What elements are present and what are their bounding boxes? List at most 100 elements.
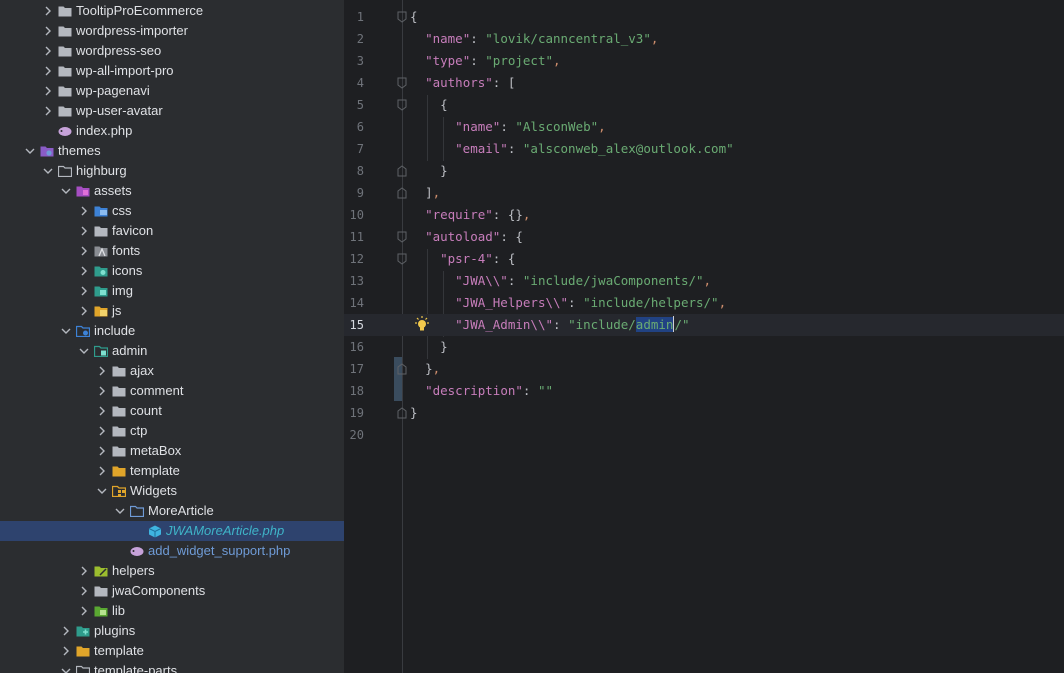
code-line[interactable]: 6 "name": "AlsconWeb", [344, 116, 1064, 138]
code-line[interactable]: 20 [344, 424, 1064, 446]
chevron-right-icon[interactable] [94, 401, 110, 421]
tree-item-jwacomponents[interactable]: jwaComponents [0, 581, 344, 601]
tree-item-js[interactable]: js [0, 301, 344, 321]
code-line[interactable]: 17 }, [344, 358, 1064, 380]
fold-marker-icon[interactable] [395, 94, 409, 116]
tree-item-wp-user-avatar[interactable]: wp-user-avatar [0, 101, 344, 121]
chevron-right-icon[interactable] [40, 61, 56, 81]
fold-end-icon[interactable] [395, 160, 409, 182]
tree-item-widgets[interactable]: Widgets [0, 481, 344, 501]
code-line[interactable]: 12 "psr-4": { [344, 248, 1064, 270]
code-line[interactable]: 9 ], [344, 182, 1064, 204]
tree-item-helpers[interactable]: helpers [0, 561, 344, 581]
code-line[interactable]: 1 { [344, 6, 1064, 28]
chevron-down-icon[interactable] [58, 181, 74, 201]
tree-item-fonts[interactable]: fonts [0, 241, 344, 261]
code-editor[interactable]: 1 { 2 "name": "lovik/canncentral_v3", 3 … [344, 0, 1064, 673]
tree-item-jwamorearticle-php[interactable]: JWAMoreArticle.php [0, 521, 344, 541]
chevron-right-icon[interactable] [58, 641, 74, 661]
tree-item-themes[interactable]: themes [0, 141, 344, 161]
tree-item-highburg[interactable]: highburg [0, 161, 344, 181]
chevron-right-icon[interactable] [58, 621, 74, 641]
chevron-right-icon[interactable] [40, 21, 56, 41]
chevron-right-icon[interactable] [76, 581, 92, 601]
fold-end-icon[interactable] [395, 182, 409, 204]
tree-item-wp-all-import-pro[interactable]: wp-all-import-pro [0, 61, 344, 81]
tree-item-morearticle[interactable]: MoreArticle [0, 501, 344, 521]
chevron-right-icon[interactable] [94, 461, 110, 481]
chevron-down-icon[interactable] [112, 501, 128, 521]
code-text: "JWA_Admin\\": "include/admin/" [455, 316, 690, 332]
code-line[interactable]: 16 } [344, 336, 1064, 358]
code-line[interactable]: 10 "require": {}, [344, 204, 1064, 226]
chevron-right-icon[interactable] [40, 41, 56, 61]
chevron-right-icon[interactable] [76, 301, 92, 321]
chevron-right-icon[interactable] [76, 601, 92, 621]
tree-item-count[interactable]: count [0, 401, 344, 421]
chevron-right-icon[interactable] [76, 261, 92, 281]
tree-item-template-admin[interactable]: template [0, 461, 344, 481]
tree-item-comment[interactable]: comment [0, 381, 344, 401]
tree-item-template[interactable]: template [0, 641, 344, 661]
chevron-right-icon[interactable] [94, 441, 110, 461]
chevron-right-icon[interactable] [94, 421, 110, 441]
code-line[interactable]: 11 "autoload": { [344, 226, 1064, 248]
fold-end-icon[interactable] [395, 358, 409, 380]
chevron-down-icon[interactable] [40, 161, 56, 181]
chevron-right-icon[interactable] [40, 101, 56, 121]
chevron-right-icon[interactable] [76, 281, 92, 301]
code-line[interactable]: 13 "JWA\\": "include/jwaComponents/", [344, 270, 1064, 292]
tree-item-template-parts[interactable]: template-parts [0, 661, 344, 673]
code-line[interactable]: 7 "email": "alsconweb_alex@outlook.com" [344, 138, 1064, 160]
chevron-right-icon[interactable] [76, 561, 92, 581]
chevron-right-icon[interactable] [76, 241, 92, 261]
tree-item-wordpress-importer[interactable]: wordpress-importer [0, 21, 344, 41]
tree-item-label: JWAMoreArticle.php [166, 523, 285, 538]
tree-item-wordpress-seo[interactable]: wordpress-seo [0, 41, 344, 61]
tree-item-favicon[interactable]: favicon [0, 221, 344, 241]
fold-marker-icon[interactable] [395, 226, 409, 248]
fold-marker-icon[interactable] [395, 6, 409, 28]
tree-item-icons[interactable]: icons [0, 261, 344, 281]
code-line[interactable]: 14 "JWA_Helpers\\": "include/helpers/", [344, 292, 1064, 314]
tree-item-tooltipproecommerce[interactable]: TooltipProEcommerce [0, 1, 344, 21]
fold-marker-icon[interactable] [395, 72, 409, 94]
code-line[interactable]: 18 "description": "" [344, 380, 1064, 402]
code-line[interactable]: 4 "authors": [ [344, 72, 1064, 94]
tree-item-plugins[interactable]: plugins [0, 621, 344, 641]
chevron-down-icon[interactable] [22, 141, 38, 161]
chevron-down-icon[interactable] [94, 481, 110, 501]
code-line[interactable]: 5 { [344, 94, 1064, 116]
tree-item-index-php[interactable]: index.php [0, 121, 344, 141]
tree-item-include[interactable]: include [0, 321, 344, 341]
tree-item-admin[interactable]: admin [0, 341, 344, 361]
code-line[interactable]: 2 "name": "lovik/canncentral_v3", [344, 28, 1064, 50]
code-line[interactable]: 19 } [344, 402, 1064, 424]
chevron-down-icon[interactable] [58, 321, 74, 341]
code-line-current[interactable]: 15 "JWA_Admin\\": "include/admin/" [344, 314, 1064, 336]
chevron-right-icon[interactable] [76, 221, 92, 241]
tree-item-ajax[interactable]: ajax [0, 361, 344, 381]
tree-item-metabox[interactable]: metaBox [0, 441, 344, 461]
tree-item-ctp[interactable]: ctp [0, 421, 344, 441]
fold-marker-icon[interactable] [395, 248, 409, 270]
chevron-right-icon[interactable] [76, 201, 92, 221]
code-line[interactable]: 3 "type": "project", [344, 50, 1064, 72]
json-string: "lovik/canncentral_v3" [485, 31, 651, 46]
chevron-right-icon[interactable] [94, 361, 110, 381]
tree-item-css[interactable]: css [0, 201, 344, 221]
chevron-right-icon[interactable] [94, 381, 110, 401]
code-line[interactable]: 8 } [344, 160, 1064, 182]
folder-icon [58, 5, 72, 17]
tree-item-assets[interactable]: assets [0, 181, 344, 201]
fold-end-icon[interactable] [395, 402, 409, 424]
tree-item-lib[interactable]: lib [0, 601, 344, 621]
chevron-right-icon[interactable] [40, 81, 56, 101]
chevron-right-icon[interactable] [40, 1, 56, 21]
tree-item-wp-pagenavi[interactable]: wp-pagenavi [0, 81, 344, 101]
tree-item-img[interactable]: img [0, 281, 344, 301]
chevron-down-icon[interactable] [58, 661, 74, 673]
tree-item-add-widget-support-php[interactable]: add_widget_support.php [0, 541, 344, 561]
selected-text[interactable]: admin [635, 317, 674, 332]
chevron-down-icon[interactable] [76, 341, 92, 361]
